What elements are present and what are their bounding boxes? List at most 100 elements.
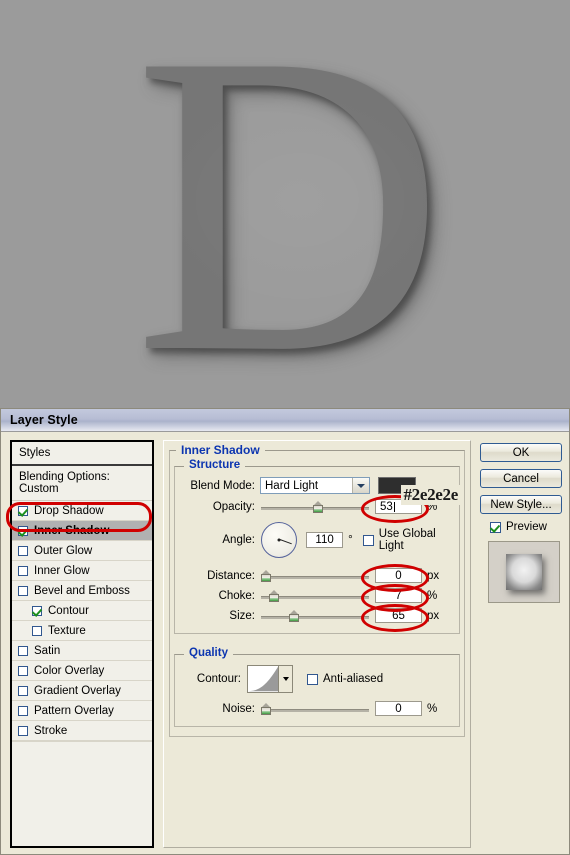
checkbox-icon[interactable] <box>18 685 28 696</box>
effect-settings-panel: Inner Shadow #2e2e2e Structure Blend Mod… <box>163 440 471 848</box>
layer-style-dialog: Layer Style Styles Blending Options: Cus… <box>0 408 570 855</box>
size-unit: px <box>427 609 440 622</box>
style-item-label: Drop Shadow <box>34 504 104 517</box>
styles-list-panel: Styles Blending Options: Custom Drop Sha… <box>6 440 154 848</box>
effect-preview-thumbnail <box>488 541 560 603</box>
letter-artwork: D <box>0 0 570 408</box>
contour-preset-picker[interactable] <box>247 665 293 693</box>
style-item-label: Bevel and Emboss <box>34 584 130 597</box>
style-item-outer-glow[interactable]: Outer Glow <box>12 541 152 561</box>
checkbox-icon[interactable] <box>18 645 28 656</box>
noise-label: Noise: <box>222 702 255 715</box>
checkbox-icon[interactable] <box>18 585 28 596</box>
style-item-label: Outer Glow <box>34 544 93 557</box>
quality-fieldset: Quality Contour: Anti-aliased Noise: 0 % <box>174 647 460 727</box>
checkbox-icon[interactable] <box>18 505 28 516</box>
distance-slider[interactable] <box>261 569 369 583</box>
angle-row: Angle: 110 ° Use Global Light <box>183 522 451 558</box>
cancel-button[interactable]: Cancel <box>480 469 562 488</box>
effect-section-title: Inner Shadow <box>176 443 265 457</box>
blend-mode-value: Hard Light <box>265 479 319 492</box>
contour-label: Contour: <box>196 673 241 685</box>
blending-options-item[interactable]: Blending Options: Custom <box>12 466 152 501</box>
distance-input[interactable]: 0 <box>375 568 422 583</box>
style-item-satin[interactable]: Satin <box>12 641 152 661</box>
angle-label: Angle: <box>222 534 255 546</box>
checkbox-icon[interactable] <box>18 565 28 576</box>
checkbox-icon[interactable] <box>490 521 501 533</box>
chevron-down-icon[interactable] <box>352 478 369 493</box>
choke-label: Choke: <box>218 589 255 602</box>
opacity-label: Opacity: <box>212 500 255 513</box>
noise-row: Noise: 0 % <box>183 701 451 716</box>
noise-slider[interactable] <box>261 702 369 716</box>
annotation-hex-color: #2e2e2e <box>401 485 460 505</box>
opacity-slider[interactable] <box>261 500 369 514</box>
style-item-label: Inner Glow <box>34 564 90 577</box>
style-item-label: Inner Shadow <box>34 524 110 537</box>
angle-dial[interactable] <box>261 522 297 558</box>
style-item-label: Satin <box>34 644 61 657</box>
style-item-label: Gradient Overlay <box>34 684 121 697</box>
style-item-color-overlay[interactable]: Color Overlay <box>12 661 152 681</box>
blend-mode-label: Blend Mode: <box>190 479 255 492</box>
checkbox-icon[interactable] <box>32 605 42 616</box>
style-item-label: Contour <box>48 604 89 617</box>
preview-chip <box>506 554 542 590</box>
style-item-label: Pattern Overlay <box>34 704 114 717</box>
letter-glyph: D <box>133 0 445 408</box>
choke-slider[interactable] <box>261 589 369 603</box>
use-global-light-checkbox[interactable] <box>362 534 374 546</box>
noise-unit: % <box>427 702 438 715</box>
contour-curve-icon <box>248 666 278 692</box>
size-label: Size: <box>229 609 255 622</box>
checkbox-icon[interactable] <box>18 545 28 556</box>
checkbox-icon[interactable] <box>18 725 28 736</box>
preview-toggle[interactable]: Preview <box>490 521 562 533</box>
quality-legend: Quality <box>184 647 233 659</box>
blend-mode-select[interactable]: Hard Light <box>260 477 370 494</box>
choke-unit: % <box>427 589 438 602</box>
styles-list-empty-area <box>12 741 152 846</box>
noise-input[interactable]: 0 <box>375 701 422 716</box>
use-global-light-label: Use Global Light <box>378 528 436 552</box>
distance-label: Distance: <box>207 569 255 582</box>
structure-legend: Structure <box>184 459 246 471</box>
preview-label: Preview <box>506 521 547 533</box>
dialog-actions: OK Cancel New Style... Preview <box>480 440 562 848</box>
style-item-inner-glow[interactable]: Inner Glow <box>12 561 152 581</box>
checkbox-icon[interactable] <box>18 665 28 676</box>
styles-header[interactable]: Styles <box>12 442 152 466</box>
choke-row: Choke: 7 % <box>183 584 451 612</box>
size-row: Size: 65 px <box>183 604 451 632</box>
anti-aliased-checkbox[interactable] <box>307 673 318 685</box>
new-style-button[interactable]: New Style... <box>480 495 562 514</box>
checkbox-icon[interactable] <box>18 705 28 716</box>
contour-row: Contour: Anti-aliased <box>183 665 451 693</box>
checkbox-icon[interactable] <box>18 525 28 536</box>
distance-unit: px <box>427 569 440 582</box>
dialog-titlebar: Layer Style <box>1 409 569 432</box>
ok-button[interactable]: OK <box>480 443 562 462</box>
style-item-drop-shadow[interactable]: Drop Shadow <box>12 501 152 521</box>
size-slider[interactable] <box>261 609 369 623</box>
style-item-inner-shadow[interactable]: Inner Shadow <box>12 521 152 541</box>
choke-input[interactable]: 7 <box>375 588 422 603</box>
style-item-label: Stroke <box>34 724 68 737</box>
style-item-stroke[interactable]: Stroke <box>12 721 152 741</box>
style-item-contour[interactable]: Contour <box>12 601 152 621</box>
dialog-title: Layer Style <box>10 413 78 427</box>
style-item-bevel-and-emboss[interactable]: Bevel and Emboss <box>12 581 152 601</box>
style-item-texture[interactable]: Texture <box>12 621 152 641</box>
canvas-artboard: D <box>0 0 570 408</box>
angle-input[interactable]: 110 <box>306 532 344 548</box>
angle-unit: ° <box>348 534 353 546</box>
anti-aliased-label: Anti-aliased <box>323 673 384 685</box>
style-item-gradient-overlay[interactable]: Gradient Overlay <box>12 681 152 701</box>
style-item-label: Texture <box>48 624 86 637</box>
size-input[interactable]: 65 <box>375 608 422 623</box>
checkbox-icon[interactable] <box>32 625 42 636</box>
distance-row: Distance: 0 px <box>183 564 451 592</box>
chevron-down-icon[interactable] <box>278 666 292 692</box>
style-item-pattern-overlay[interactable]: Pattern Overlay <box>12 701 152 721</box>
